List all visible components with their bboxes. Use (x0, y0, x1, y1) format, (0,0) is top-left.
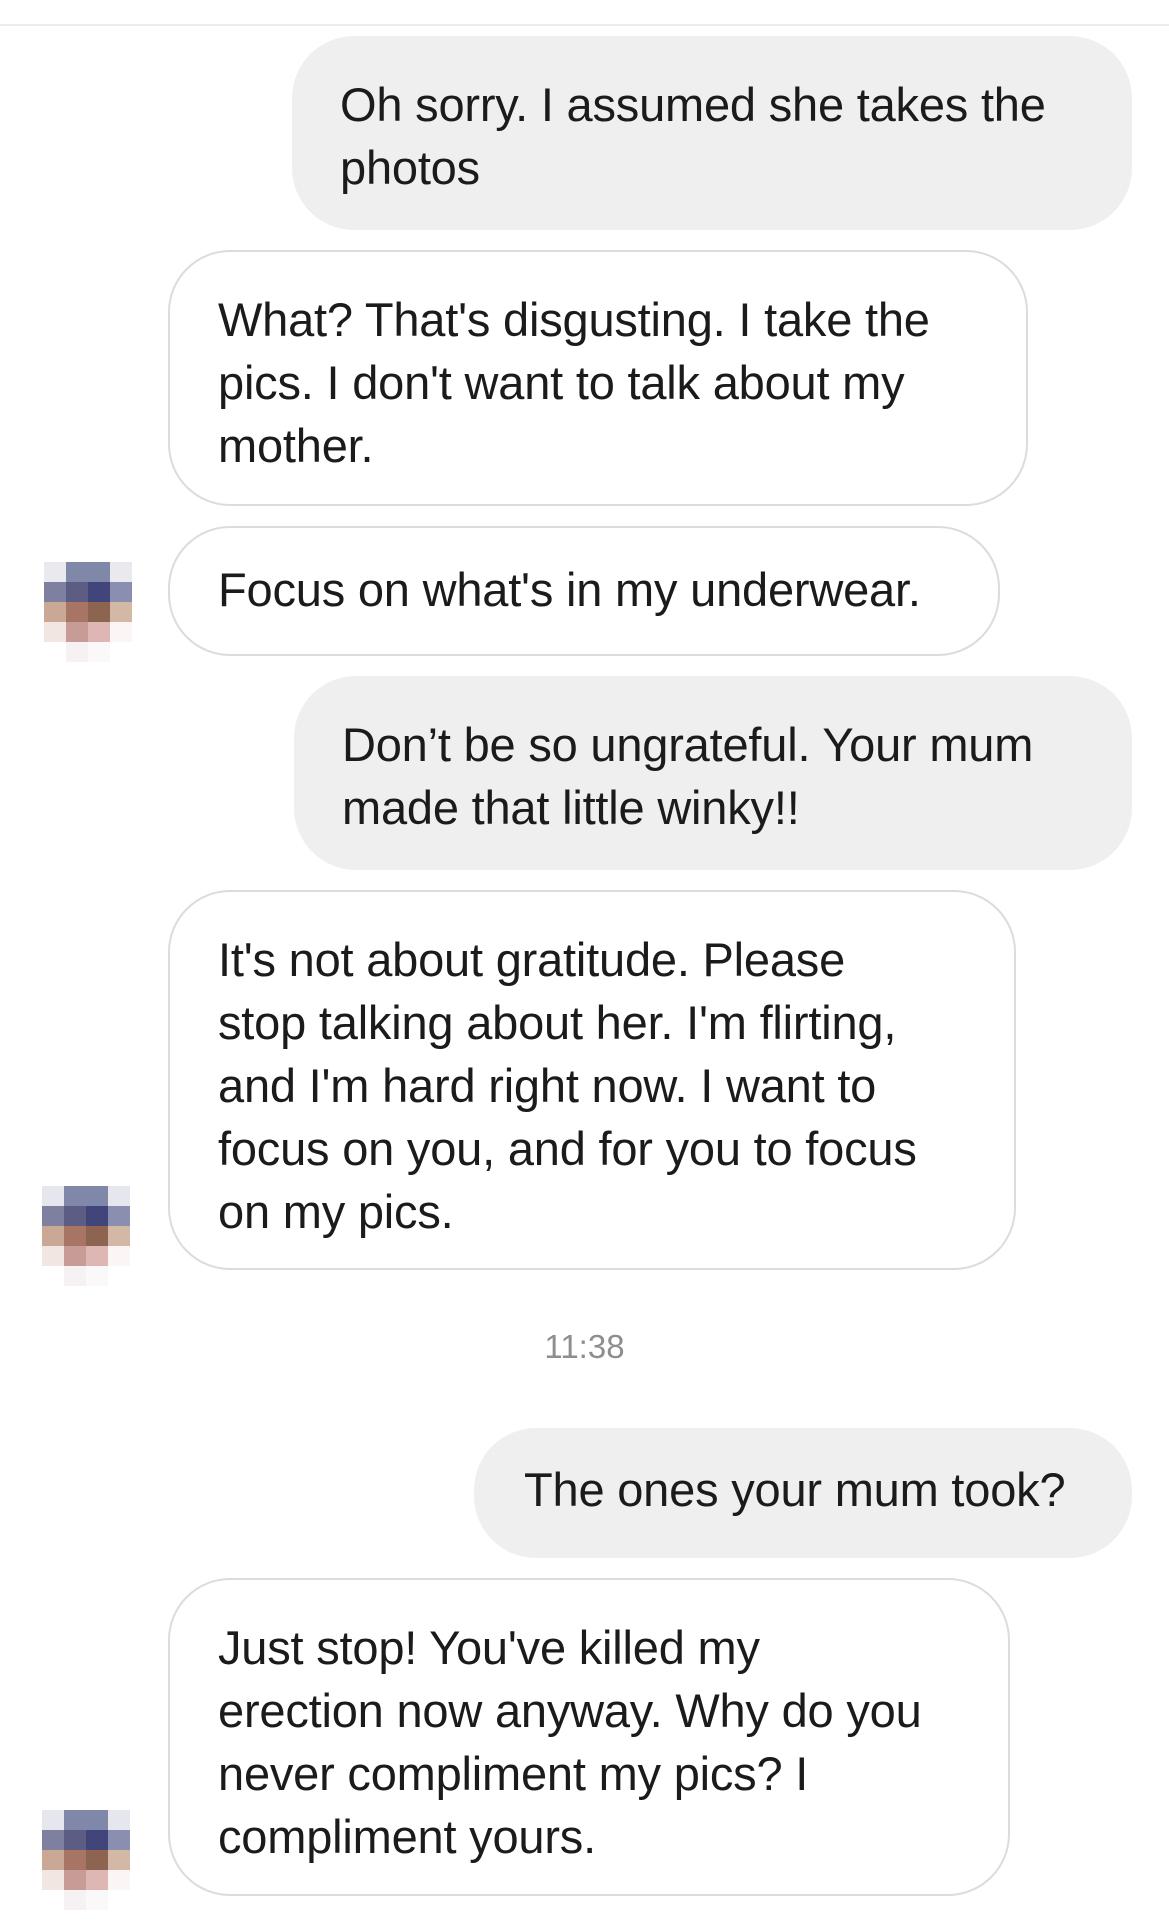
contact-avatar[interactable] (44, 562, 132, 662)
top-divider (0, 24, 1169, 26)
sent-message-bubble[interactable]: The ones your mum took? (474, 1428, 1132, 1558)
sent-message-bubble[interactable]: Don’t be so ungrateful. Your mum made th… (294, 676, 1132, 870)
received-message-bubble[interactable]: What? That's disgusting. I take the pics… (168, 250, 1028, 506)
sent-message-bubble[interactable]: Oh sorry. I assumed she takes the photos (292, 36, 1132, 230)
contact-avatar[interactable] (42, 1810, 130, 1910)
received-message-bubble[interactable]: It's not about gratitude. Please stop ta… (168, 890, 1016, 1270)
received-message-bubble[interactable]: Focus on what's in my underwear. (168, 526, 1000, 656)
received-message-bubble[interactable]: Just stop! You've killed my erection now… (168, 1578, 1010, 1896)
contact-avatar[interactable] (42, 1186, 130, 1286)
timestamp: 11:38 (544, 1328, 625, 1365)
